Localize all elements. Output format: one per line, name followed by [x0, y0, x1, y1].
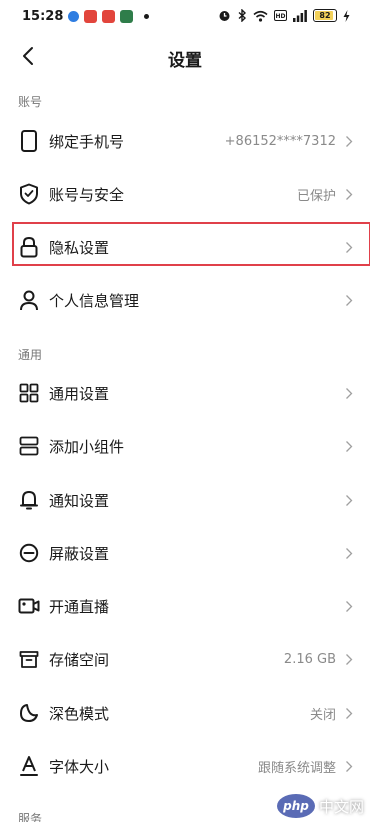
row-value: 关闭	[309, 707, 336, 723]
row-value: +86152****7312	[224, 133, 336, 149]
status-time: 15:28	[22, 9, 64, 24]
setting-row-account-security[interactable]: 账号与安全 已保护	[0, 168, 370, 220]
row-label: 深色模式	[49, 704, 110, 723]
camera-icon	[18, 595, 40, 617]
setting-row-block[interactable]: 屏蔽设置	[0, 527, 370, 579]
row-label: 绑定手机号	[49, 132, 125, 151]
chevron-right-icon	[344, 706, 354, 720]
battery-percent: 82	[319, 11, 331, 20]
phone-icon	[18, 130, 40, 152]
chevron-right-icon	[344, 293, 354, 307]
status-indicators: HD 82	[218, 9, 350, 22]
font-icon	[18, 755, 40, 777]
status-app-icons	[68, 10, 149, 23]
app-notification-icon	[102, 10, 115, 23]
wifi-icon	[253, 10, 268, 22]
row-value: 已保护	[296, 188, 336, 204]
app-notification-icon	[84, 10, 97, 23]
watermark: php 中文网	[276, 794, 364, 818]
row-label: 屏蔽设置	[49, 544, 110, 563]
block-icon	[18, 542, 40, 564]
chevron-right-icon	[344, 134, 354, 148]
chevron-right-icon	[344, 386, 354, 400]
bluetooth-icon	[238, 9, 247, 22]
watermark-text: 中文网	[318, 797, 364, 816]
signal-icon	[293, 9, 307, 22]
chevron-right-icon	[344, 759, 354, 773]
widget-icon	[18, 435, 40, 457]
row-label: 开通直播	[49, 597, 110, 616]
grid-icon	[18, 382, 40, 404]
row-label: 存储空间	[49, 650, 110, 669]
row-label: 账号与安全	[49, 185, 125, 204]
navigation-bar: 设置	[0, 34, 370, 78]
row-label: 隐私设置	[49, 238, 110, 257]
setting-row-dark-mode[interactable]: 深色模式 关闭	[0, 687, 370, 739]
setting-row-bind-phone[interactable]: 绑定手机号 +86152****7312	[0, 115, 370, 167]
row-value: 2.16 GB	[283, 651, 336, 667]
setting-row-general[interactable]: 通用设置	[0, 367, 370, 419]
row-label: 添加小组件	[49, 437, 125, 456]
row-value: 跟随系统调整	[257, 760, 336, 776]
row-label: 通用设置	[49, 384, 110, 403]
status-bar: 15:28 HD 82	[0, 0, 370, 34]
setting-row-privacy[interactable]: 隐私设置	[0, 221, 370, 273]
more-notifications-icon	[144, 14, 149, 19]
section-label-service: 服务	[18, 812, 43, 822]
chevron-right-icon	[344, 187, 354, 201]
moon-icon	[18, 702, 40, 724]
app-notification-icon	[120, 10, 133, 23]
section-label-general: 通用	[18, 348, 43, 362]
setting-row-font-size[interactable]: 字体大小 跟随系统调整	[0, 740, 370, 792]
setting-row-live[interactable]: 开通直播	[0, 580, 370, 632]
watermark-logo: php	[276, 794, 315, 818]
row-label: 个人信息管理	[49, 291, 140, 310]
alarm-icon	[219, 11, 230, 21]
chevron-right-icon	[344, 652, 354, 666]
chevron-right-icon	[344, 240, 354, 254]
charging-icon	[343, 9, 350, 22]
hd-icon: HD	[274, 10, 287, 21]
chevron-right-icon	[344, 493, 354, 507]
setting-row-personal-info[interactable]: 个人信息管理	[0, 274, 370, 326]
app-notification-icon	[68, 11, 79, 22]
lock-icon	[18, 236, 40, 258]
page-title: 设置	[168, 51, 202, 71]
row-label: 字体大小	[49, 757, 110, 776]
storage-icon	[18, 648, 40, 670]
chevron-right-icon	[344, 439, 354, 453]
shield-icon	[18, 183, 40, 205]
section-label-account: 账号	[18, 95, 43, 109]
svg-text:HD: HD	[275, 13, 285, 20]
setting-row-storage[interactable]: 存储空间 2.16 GB	[0, 633, 370, 685]
person-icon	[18, 289, 40, 311]
battery-icon: 82	[313, 9, 337, 22]
bell-icon	[18, 489, 40, 511]
chevron-right-icon	[344, 599, 354, 613]
setting-row-add-widget[interactable]: 添加小组件	[0, 420, 370, 472]
chevron-right-icon	[344, 546, 354, 560]
setting-row-notifications[interactable]: 通知设置	[0, 474, 370, 526]
row-label: 通知设置	[49, 491, 110, 510]
